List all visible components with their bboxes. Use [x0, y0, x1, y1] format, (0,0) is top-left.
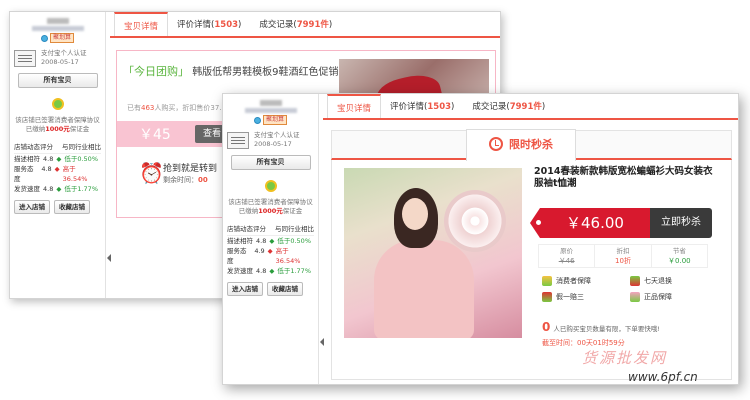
shield-icon	[542, 276, 552, 286]
score-row: 服务态度 4.8 ◆ 高于36.54%	[14, 165, 88, 183]
guarantee-item[interactable]: 七天退换	[630, 276, 714, 286]
flash-sale-title: 限时秒杀	[466, 129, 576, 161]
discount: 10折	[615, 257, 631, 265]
guarantee-note: 该店铺已签署消费者保障协议 已缴纳1000元保证金	[228, 198, 313, 215]
score-row: 描述相符 4.8 ◆ 低于0.50%	[227, 237, 311, 245]
flash-sale-header: 限时秒杀	[331, 129, 732, 161]
score-header: 店铺动态评分 与同行业相比	[14, 142, 101, 154]
price-table: 原价 ￥46 折扣 10折 节省 ￥0.00	[538, 244, 708, 268]
clock-icon	[489, 136, 503, 151]
all-items-button[interactable]: 所有宝贝	[230, 155, 311, 170]
cert-title: 支付宝个人认证	[254, 131, 300, 139]
score-row: 发货速度 4.8 ◆ 低于1.77%	[14, 185, 98, 193]
juhuasuan-badge[interactable]: 聚划算	[262, 115, 287, 125]
cert-date: 2008-05-17	[41, 58, 79, 66]
tab-reviews[interactable]: 评价详情(1503)	[168, 12, 250, 36]
tuangou-title[interactable]: 「今日团购」 韩版低帮男鞋模板9鞋酒红色促销	[123, 63, 339, 79]
diamond-icon	[253, 116, 261, 124]
score-header: 店铺动态评分 与同行业相比	[227, 224, 314, 236]
all-items-button[interactable]: 所有宝贝	[17, 73, 98, 88]
consumer-guarantee-icon	[51, 98, 64, 110]
genuine-icon	[630, 292, 640, 302]
score-row: 服务态度 4.9 ◆ 高于36.54%	[227, 247, 301, 265]
price-tag: ￥46.00	[530, 208, 650, 238]
shop-sidebar: 聚划算 支付宝个人认证 2008-05-17 所有宝贝 该店铺已签署消费者保障协…	[223, 94, 324, 384]
score-row: 描述相符 4.8 ◆ 低于0.50%	[14, 155, 98, 163]
cert-block: 支付宝个人认证 2008-05-17	[14, 49, 101, 67]
main-panel: 宝贝详情 评价详情(1503) 成交记录(7991件) 限时秒杀 2014春装新…	[323, 94, 738, 384]
diamond-icon	[40, 34, 48, 42]
shop-owner-blurred	[31, 26, 84, 31]
clock-line: 抢到就是转到	[163, 164, 218, 174]
shop-owner-blurred	[244, 108, 297, 113]
window-flash-sale: 聚划算 支付宝个人认证 2008-05-17 所有宝贝 该店铺已签署消费者保障协…	[222, 93, 739, 385]
cert-date: 2008-05-17	[254, 140, 292, 148]
guarantee-note: 该店铺已签署消费者保障协议 已缴纳1000元保证金	[15, 116, 100, 133]
tuangou-sub: 已有463人购买，折扣售价37.	[127, 104, 222, 112]
tab-bar: 宝贝详情 评价详情(1503) 成交记录(7991件)	[110, 12, 500, 38]
juhuasuan-badge[interactable]: 聚划算	[49, 33, 74, 43]
guarantee-item[interactable]: 假一赔三	[542, 292, 626, 302]
alarm-clock-icon: ⏰	[139, 161, 164, 185]
enter-shop-button[interactable]: 进入店铺	[227, 282, 263, 296]
tab-item-details[interactable]: 宝贝详情	[327, 94, 382, 118]
consumer-guarantee-icon	[264, 180, 277, 192]
original-price: ￥46	[558, 257, 575, 265]
tuangou-price: ￥45	[139, 127, 171, 143]
product-title[interactable]: 2014春装新款韩版宽松蝙蝠衫大码女装衣服袖t恤潮	[534, 166, 720, 190]
tab-transactions[interactable]: 成交记录(7991件)	[250, 12, 341, 36]
guarantee-list: 消费者保障 七天退换 假一赔三 正品保障	[542, 276, 714, 302]
shop-sidebar: 聚划算 支付宝个人认证 2008-05-17 所有宝贝 该店铺已签署消费者保障协…	[10, 12, 111, 298]
watermark-text: 货源批发网	[582, 349, 668, 367]
remain-time: 剩余时间：00	[163, 176, 208, 184]
compensation-icon	[542, 292, 552, 302]
guarantee-item[interactable]: 正品保障	[630, 292, 714, 302]
cert-block: 支付宝个人认证 2008-05-17	[227, 131, 314, 149]
tab-transactions[interactable]: 成交记录(7991件)	[463, 94, 554, 118]
id-card-icon	[227, 131, 249, 149]
favorite-shop-button[interactable]: 收藏店铺	[54, 200, 90, 214]
enter-shop-button[interactable]: 进入店铺	[14, 200, 50, 214]
bought-count: 0 人已购买宝贝数量有限，下单要快哦!	[542, 320, 660, 334]
price-box: ￥46.00 立即秒杀	[530, 208, 712, 238]
product-box: 2014春装新款韩版宽松蝙蝠衫大码女装衣服袖t恤潮 ￥46.00 立即秒杀 原价…	[331, 160, 732, 380]
cert-title: 支付宝个人认证	[41, 49, 87, 57]
return-icon	[630, 276, 640, 286]
favorite-shop-button[interactable]: 收藏店铺	[267, 282, 303, 296]
id-card-icon	[14, 49, 36, 67]
shop-name-blurred	[46, 18, 69, 24]
score-row: 发货速度 4.8 ◆ 低于1.77%	[227, 267, 311, 275]
buy-now-button[interactable]: 立即秒杀	[650, 208, 712, 238]
guarantee-item[interactable]: 消费者保障	[542, 276, 626, 286]
tab-reviews[interactable]: 评价详情(1503)	[381, 94, 463, 118]
tab-bar: 宝贝详情 评价详情(1503) 成交记录(7991件)	[323, 94, 738, 120]
savings: ￥0.00	[668, 257, 691, 265]
watermark-url: www.6pf.cn	[628, 370, 698, 384]
tab-item-details[interactable]: 宝贝详情	[114, 12, 169, 36]
shop-name-blurred	[259, 100, 282, 106]
product-photo[interactable]	[344, 168, 522, 338]
